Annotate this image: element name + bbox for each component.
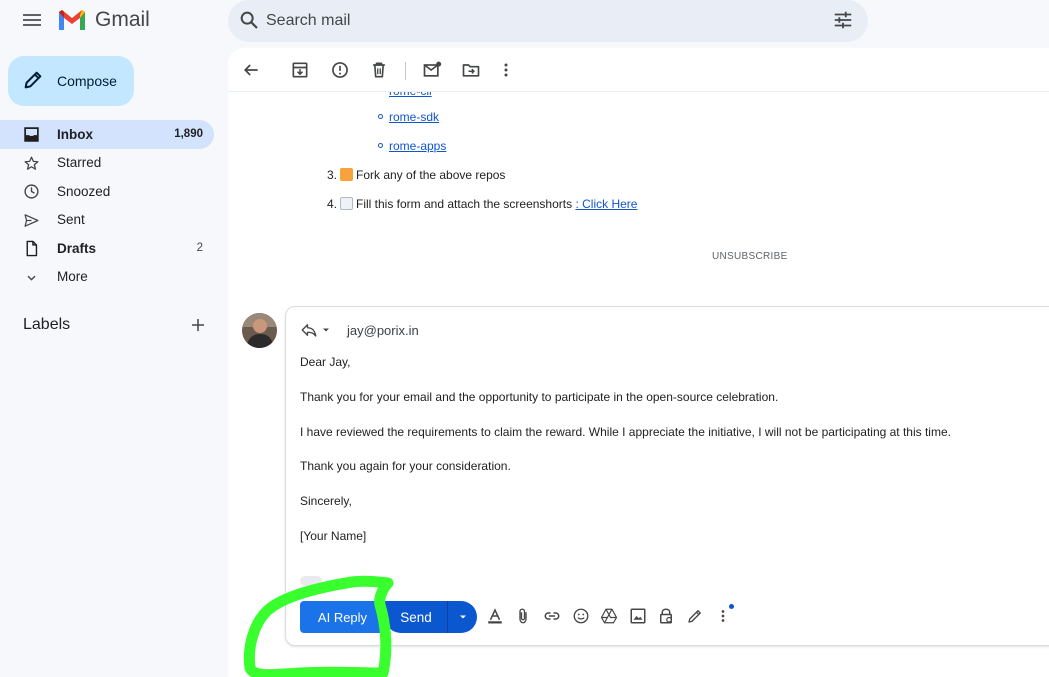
more-options-icon[interactable] bbox=[714, 607, 732, 625]
search-bar[interactable] bbox=[228, 0, 868, 42]
sidebar-item-more[interactable]: More bbox=[0, 263, 214, 292]
app-name: Gmail bbox=[95, 8, 150, 31]
reply-compose[interactable]: jay@porix.in Dear Jay, Thank you for you… bbox=[285, 306, 1049, 646]
toolbar-divider bbox=[405, 62, 406, 80]
sidebar-item-label: Snoozed bbox=[57, 183, 111, 199]
show-trimmed-content-button[interactable] bbox=[300, 576, 322, 586]
sidebar-item-label: Drafts bbox=[57, 240, 97, 256]
ai-reply-label: AI Reply bbox=[317, 609, 368, 625]
draft-line[interactable]: Sincerely, bbox=[300, 494, 352, 508]
draft-line[interactable]: [Your Name] bbox=[300, 529, 366, 543]
pencil-icon bbox=[24, 71, 42, 89]
star-icon bbox=[24, 155, 39, 170]
draft-line[interactable]: I have reviewed the requirements to clai… bbox=[300, 425, 951, 439]
formatting-options-icon[interactable] bbox=[486, 607, 504, 625]
sidebar-item-label: Sent bbox=[57, 212, 85, 228]
reply-type-dropdown-icon[interactable] bbox=[320, 324, 332, 336]
sidebar-item-drafts[interactable]: Drafts 2 bbox=[0, 234, 214, 263]
message-toolbar bbox=[228, 48, 1049, 92]
add-label-icon[interactable] bbox=[189, 316, 207, 334]
unsubscribe-link[interactable]: UNSUBSCRIBE bbox=[712, 251, 788, 262]
ai-reply-button[interactable]: AI Reply bbox=[300, 601, 385, 633]
step-3-item: Fork any of the above repos bbox=[340, 168, 505, 182]
file-icon bbox=[26, 240, 38, 257]
main-menu-icon[interactable] bbox=[20, 8, 44, 32]
attach-file-icon[interactable] bbox=[514, 607, 532, 625]
message-view: rome-cli rome-sdk rome-apps 3. Fork any … bbox=[228, 48, 1049, 677]
draft-line[interactable]: Dear Jay, bbox=[300, 355, 350, 369]
click-here-link[interactable]: : Click Here bbox=[575, 197, 637, 211]
report-spam-icon[interactable] bbox=[330, 60, 350, 80]
step-3-text: Fork any of the above repos bbox=[356, 168, 506, 182]
move-to-icon[interactable] bbox=[461, 60, 481, 80]
step-4-text: Fill this form and attach the screenshor… bbox=[356, 197, 576, 211]
compose-button[interactable]: Compose bbox=[8, 56, 134, 106]
sidebar-item-snoozed[interactable]: Snoozed bbox=[0, 177, 214, 206]
search-icon[interactable] bbox=[238, 9, 260, 31]
draft-line[interactable]: Thank you for your email and the opportu… bbox=[300, 390, 778, 404]
labels-heading: Labels bbox=[23, 316, 71, 333]
notification-dot bbox=[729, 604, 734, 609]
gmail-m-icon bbox=[59, 10, 85, 30]
drafts-count: 2 bbox=[196, 242, 203, 255]
insert-photo-icon[interactable] bbox=[629, 607, 647, 625]
envelope-emoji-icon bbox=[340, 197, 353, 210]
unread-count: 1,890 bbox=[174, 128, 203, 141]
avatar bbox=[242, 313, 277, 348]
step-4-item: Fill this form and attach the screenshor… bbox=[340, 197, 637, 211]
more-vert-icon[interactable] bbox=[496, 60, 516, 80]
sidebar-item-label: Starred bbox=[57, 155, 102, 171]
dropdown-arrow-icon bbox=[459, 615, 466, 619]
send-button[interactable]: Send bbox=[385, 601, 447, 633]
gmail-app: Gmail Compose Inbox 1,890 bbox=[0, 0, 1049, 677]
labels-section: Labels bbox=[23, 314, 207, 336]
mark-unread-icon[interactable] bbox=[422, 60, 442, 80]
repo-link-rome-apps[interactable]: rome-apps bbox=[389, 139, 446, 153]
insert-link-icon[interactable] bbox=[543, 607, 561, 625]
search-input[interactable] bbox=[266, 0, 826, 42]
sidebar-item-label: More bbox=[57, 269, 88, 285]
clock-icon bbox=[24, 184, 39, 199]
delete-icon[interactable] bbox=[369, 60, 389, 80]
sidebar-item-starred[interactable]: Starred bbox=[0, 149, 214, 178]
sidebar-item-inbox[interactable]: Inbox 1,890 bbox=[0, 120, 214, 149]
signature-icon[interactable] bbox=[686, 607, 704, 625]
send-icon bbox=[24, 213, 39, 227]
sidebar-item-sent[interactable]: Sent bbox=[0, 206, 214, 235]
reply-icon[interactable] bbox=[300, 321, 318, 339]
google-drive-icon[interactable] bbox=[600, 607, 618, 625]
fork-emoji-icon bbox=[340, 168, 353, 181]
list-bullet bbox=[378, 143, 383, 148]
list-number: 4. bbox=[327, 197, 338, 211]
send-label: Send bbox=[400, 609, 432, 625]
emoji-icon[interactable] bbox=[572, 607, 590, 625]
compose-label: Compose bbox=[57, 73, 117, 89]
list-bullet bbox=[378, 114, 383, 119]
recipient-address[interactable]: jay@porix.in bbox=[347, 323, 419, 338]
sidebar-item-label: Inbox bbox=[57, 126, 93, 142]
archive-icon[interactable] bbox=[290, 60, 310, 80]
repo-link-rome-sdk[interactable]: rome-sdk bbox=[389, 110, 439, 124]
list-number: 3. bbox=[327, 168, 338, 182]
chevron-down-icon bbox=[27, 275, 36, 281]
draft-line[interactable]: Thank you again for your consideration. bbox=[300, 459, 511, 473]
inbox-icon bbox=[24, 127, 39, 142]
sidebar-nav: Inbox 1,890 Starred Snoozed Sent Drafts … bbox=[0, 120, 214, 291]
send-options-button[interactable] bbox=[447, 601, 477, 633]
back-arrow-icon[interactable] bbox=[241, 60, 261, 80]
gmail-logo[interactable]: Gmail bbox=[57, 8, 150, 32]
confidential-mode-icon[interactable] bbox=[657, 607, 675, 625]
reply-header: jay@porix.in bbox=[300, 319, 419, 341]
search-options-icon[interactable] bbox=[832, 9, 854, 31]
